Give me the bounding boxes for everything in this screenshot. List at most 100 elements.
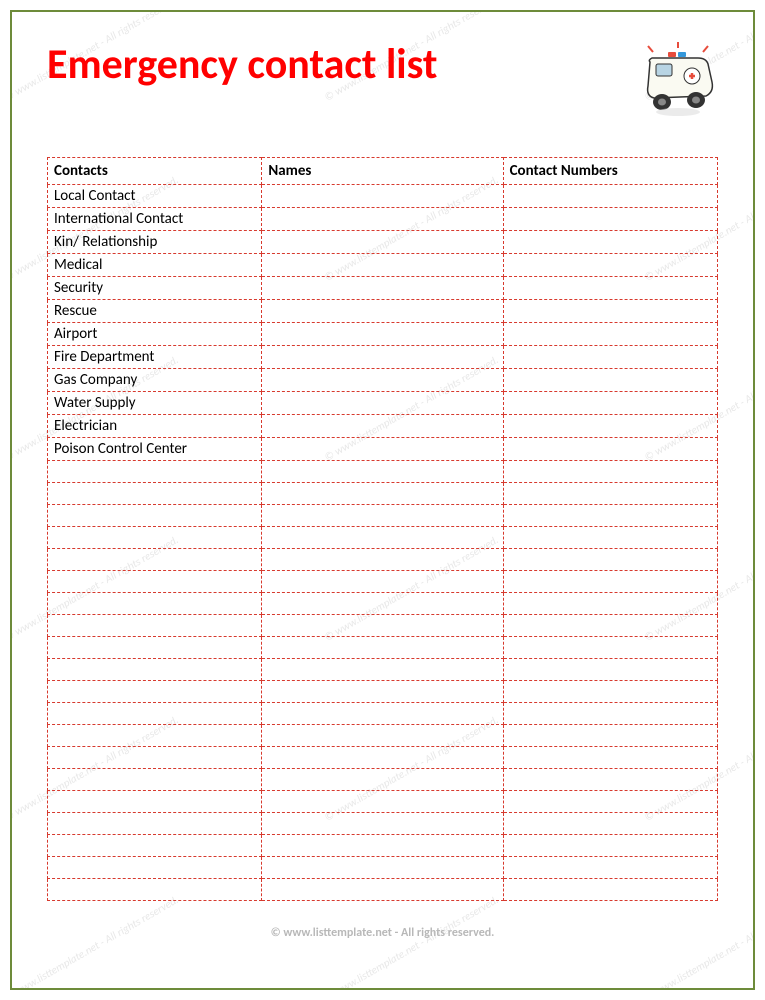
cell-number xyxy=(503,835,717,857)
cell-number xyxy=(503,593,717,615)
document-header: Emergency contact list xyxy=(47,42,718,117)
cell-contact xyxy=(48,527,262,549)
cell-contact: Medical xyxy=(48,254,262,277)
cell-name xyxy=(262,549,503,571)
table-row xyxy=(48,505,718,527)
cell-number xyxy=(503,415,717,438)
table-row xyxy=(48,681,718,703)
table-row: Electrician xyxy=(48,415,718,438)
cell-number xyxy=(503,703,717,725)
table-row xyxy=(48,549,718,571)
table-row xyxy=(48,747,718,769)
footer-copyright: © www.listtemplate.net - All rights rese… xyxy=(47,926,718,940)
table-row: Water Supply xyxy=(48,392,718,415)
cell-contact xyxy=(48,593,262,615)
cell-number xyxy=(503,681,717,703)
cell-contact xyxy=(48,791,262,813)
cell-number xyxy=(503,791,717,813)
cell-contact xyxy=(48,879,262,901)
header-names: Names xyxy=(262,158,503,185)
cell-number xyxy=(503,725,717,747)
table-row xyxy=(48,659,718,681)
cell-number xyxy=(503,208,717,231)
cell-number xyxy=(503,185,717,208)
cell-name xyxy=(262,369,503,392)
table-row: Airport xyxy=(48,323,718,346)
table-row xyxy=(48,527,718,549)
cell-contact xyxy=(48,615,262,637)
cell-number xyxy=(503,615,717,637)
cell-name xyxy=(262,725,503,747)
cell-contact xyxy=(48,769,262,791)
cell-name xyxy=(262,857,503,879)
cell-contact: Water Supply xyxy=(48,392,262,415)
table-row: Local Contact xyxy=(48,185,718,208)
cell-number xyxy=(503,505,717,527)
cell-number xyxy=(503,231,717,254)
cell-name xyxy=(262,527,503,549)
table-row xyxy=(48,615,718,637)
table-row xyxy=(48,637,718,659)
cell-contact: Local Contact xyxy=(48,185,262,208)
cell-name xyxy=(262,300,503,323)
cell-number xyxy=(503,323,717,346)
cell-contact xyxy=(48,461,262,483)
cell-number xyxy=(503,483,717,505)
table-row xyxy=(48,725,718,747)
table-row: Rescue xyxy=(48,300,718,323)
cell-name xyxy=(262,323,503,346)
table-row xyxy=(48,813,718,835)
cell-contact xyxy=(48,571,262,593)
cell-contact xyxy=(48,483,262,505)
cell-name xyxy=(262,769,503,791)
cell-number xyxy=(503,369,717,392)
table-row: Kin/ Relationship xyxy=(48,231,718,254)
table-row xyxy=(48,571,718,593)
table-row xyxy=(48,483,718,505)
cell-contact: Fire Department xyxy=(48,346,262,369)
table-row: Gas Company xyxy=(48,369,718,392)
table-row: Medical xyxy=(48,254,718,277)
cell-name xyxy=(262,879,503,901)
table-row: International Contact xyxy=(48,208,718,231)
cell-contact xyxy=(48,659,262,681)
cell-number xyxy=(503,857,717,879)
cell-name xyxy=(262,483,503,505)
cell-contact xyxy=(48,725,262,747)
cell-contact: Poison Control Center xyxy=(48,438,262,461)
ambulance-icon xyxy=(638,42,718,117)
table-row xyxy=(48,879,718,901)
cell-name xyxy=(262,185,503,208)
header-contacts: Contacts xyxy=(48,158,262,185)
cell-number xyxy=(503,346,717,369)
cell-contact xyxy=(48,637,262,659)
cell-number xyxy=(503,637,717,659)
cell-contact: Airport xyxy=(48,323,262,346)
cell-contact xyxy=(48,835,262,857)
contact-table: Contacts Names Contact Numbers Local Con… xyxy=(47,157,718,901)
cell-contact xyxy=(48,703,262,725)
cell-number xyxy=(503,300,717,323)
cell-name xyxy=(262,637,503,659)
cell-contact: Security xyxy=(48,277,262,300)
cell-name xyxy=(262,231,503,254)
cell-number xyxy=(503,461,717,483)
table-header-row: Contacts Names Contact Numbers xyxy=(48,158,718,185)
table-row: Security xyxy=(48,277,718,300)
cell-name xyxy=(262,505,503,527)
cell-number xyxy=(503,769,717,791)
cell-number xyxy=(503,277,717,300)
table-row: Poison Control Center xyxy=(48,438,718,461)
table-row xyxy=(48,857,718,879)
cell-contact xyxy=(48,747,262,769)
table-row xyxy=(48,769,718,791)
cell-name xyxy=(262,813,503,835)
cell-name xyxy=(262,461,503,483)
cell-contact xyxy=(48,813,262,835)
table-row xyxy=(48,791,718,813)
cell-name xyxy=(262,208,503,231)
cell-name xyxy=(262,593,503,615)
cell-name xyxy=(262,438,503,461)
cell-contact xyxy=(48,505,262,527)
cell-contact: Electrician xyxy=(48,415,262,438)
